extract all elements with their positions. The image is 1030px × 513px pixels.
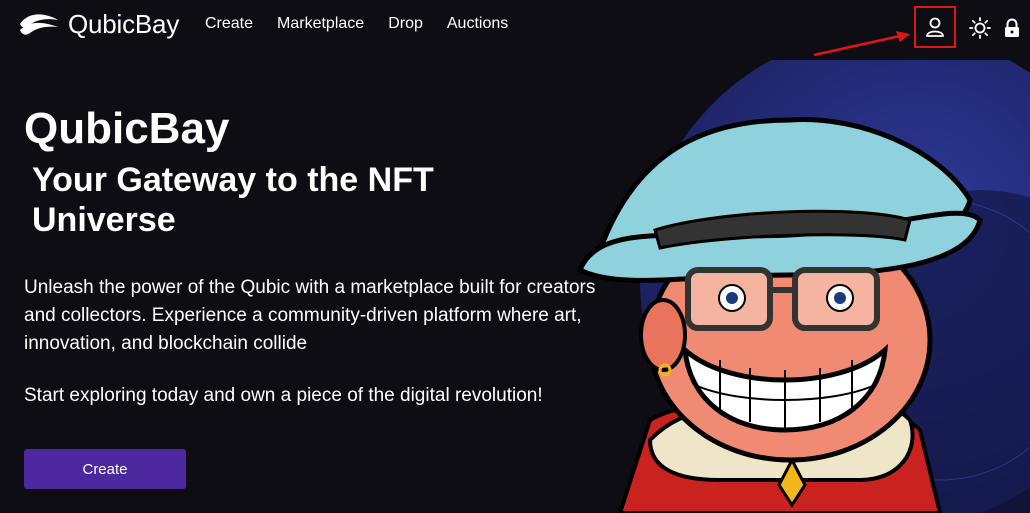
nav-marketplace[interactable]: Marketplace <box>277 15 364 33</box>
lock-icon <box>1005 18 1019 37</box>
cowboy-mascot-illustration <box>576 60 1030 513</box>
top-navigation-bar: QubicBay Create Marketplace Drop Auction… <box>0 0 1030 57</box>
main-nav: Create Marketplace Drop Auctions <box>205 15 508 33</box>
wallet-lock-button[interactable] <box>990 6 1030 50</box>
annotation-arrow <box>813 31 910 57</box>
brand-name: QubicBay <box>68 9 180 39</box>
user-icon <box>926 17 944 37</box>
hero-cta-text: Start exploring today and own a piece of… <box>24 385 543 406</box>
hero-description: Unleash the power of the Qubic with a ma… <box>24 277 596 354</box>
hero-title: QubicBay <box>24 104 230 153</box>
user-account-button[interactable] <box>914 6 956 48</box>
nav-create[interactable]: Create <box>205 15 253 33</box>
nav-drop[interactable]: Drop <box>388 15 423 33</box>
sun-icon <box>969 17 991 39</box>
wave-logo-icon <box>20 13 58 35</box>
brand-logo[interactable]: QubicBay <box>18 9 179 40</box>
nav-auctions[interactable]: Auctions <box>447 15 508 33</box>
create-button[interactable]: Create <box>24 449 186 489</box>
hero-subtitle: Your Gateway to the NFT Universe <box>32 161 434 239</box>
